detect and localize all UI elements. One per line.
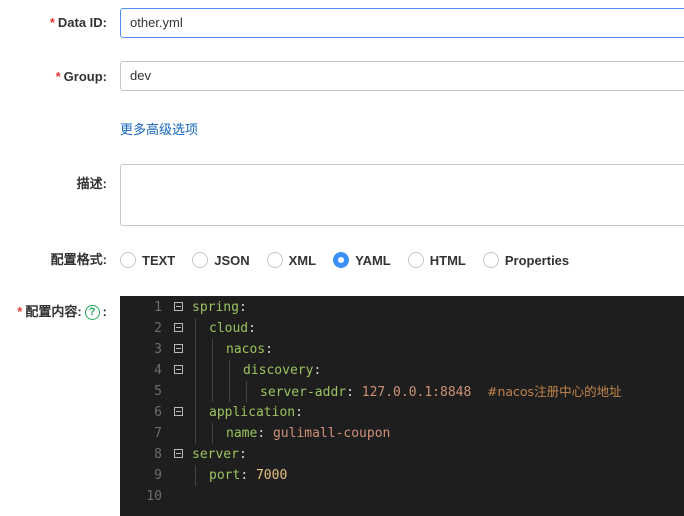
help-icon[interactable]: ? [84,305,100,321]
format-option-yaml[interactable]: YAML [333,252,391,268]
group-label: * Group: [55,69,107,84]
radio-icon [266,252,283,268]
radio-icon [482,252,499,268]
fold-toggle-icon[interactable] [174,449,183,458]
data-id-input[interactable]: other.yml [120,8,684,38]
data-id-label: * Data ID: [49,15,107,30]
group-input[interactable]: dev [120,61,684,91]
format-option-xml[interactable]: XML [266,252,316,268]
editor-line: 7 name: gulimall-coupon [120,423,684,444]
editor-line: 1 spring: [154,300,247,315]
fold-toggle-icon[interactable] [174,344,183,353]
advanced-options-link[interactable]: 更多高级选项 [120,119,198,138]
editor-line: 5 server-addr: 127.0.0.1:8848 #nacos注册中心… [120,381,684,402]
editor-line: 10 [146,489,162,504]
required-mark: * [49,15,55,30]
radio-checked-icon [333,252,350,268]
radio-icon [120,252,136,268]
editor-line: 3 nacos: [120,339,684,360]
required-mark: * [55,69,61,84]
description-label: 描述: [76,176,107,191]
fold-toggle-icon[interactable] [174,407,183,416]
editor-line: 6 application: [120,402,684,423]
format-option-text[interactable]: TEXT [120,252,175,268]
format-option-json[interactable]: JSON [192,252,250,268]
radio-icon [192,252,209,268]
description-textarea[interactable] [120,164,684,226]
format-option-html[interactable]: HTML [407,252,466,268]
format-option-properties[interactable]: Properties [482,252,569,268]
format-radio-group: TEXT JSON XML YAML HTML Properties [120,250,586,270]
editor-line: 2 cloud: [120,318,684,339]
required-mark: * [17,304,23,319]
fold-toggle-icon[interactable] [174,323,183,332]
editor-line: 9 port: 7000 [120,465,684,486]
format-label: 配置格式: [50,252,107,267]
editor-line: 4 discovery: [120,360,684,381]
config-content-editor[interactable]: 1 spring: 2 cloud: 3 nacos: 4 discovery:… [120,296,684,516]
content-label: * 配置内容:?: [17,304,107,321]
fold-toggle-icon[interactable] [174,302,183,311]
fold-toggle-icon[interactable] [174,365,183,374]
editor-line: 8 server: [154,447,247,462]
radio-icon [407,252,424,268]
